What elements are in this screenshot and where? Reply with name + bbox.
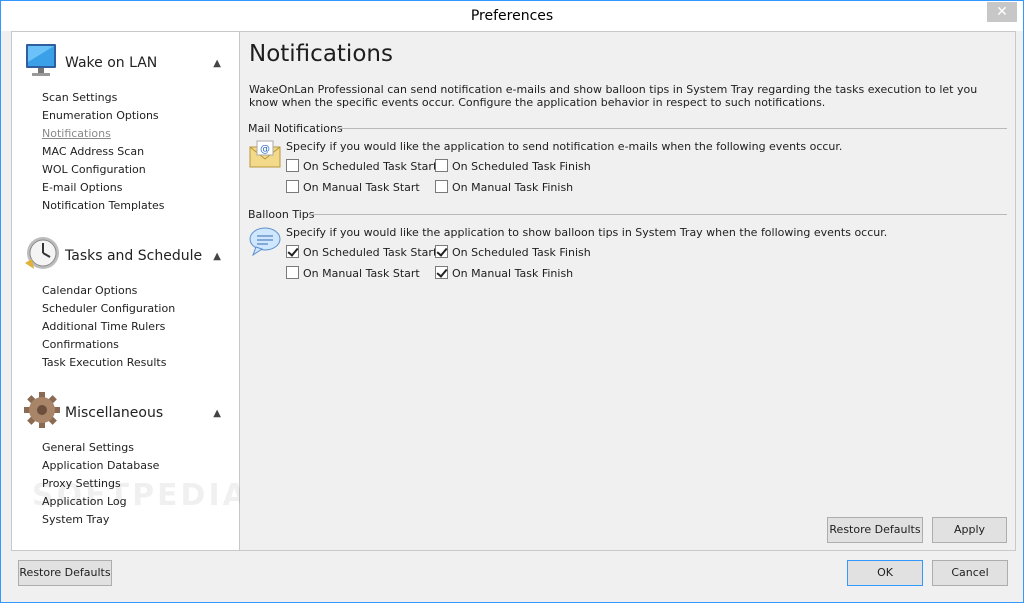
sidebar-item-enumeration-options[interactable]: Enumeration Options — [42, 107, 165, 125]
checkbox-label: On Scheduled Task Finish — [452, 160, 591, 173]
sidebar-item-calendar-options[interactable]: Calendar Options — [42, 282, 175, 300]
checkbox-label: On Manual Task Finish — [452, 181, 574, 194]
restore-defaults-page-button[interactable]: Restore Defaults — [827, 517, 923, 543]
mail-notifications-label: Mail Notifications — [248, 122, 343, 135]
mail-scheduled-start-checkbox[interactable]: On Scheduled Task Start — [286, 159, 437, 175]
cancel-button[interactable]: Cancel — [932, 560, 1008, 586]
sidebar-group-header[interactable]: Miscellaneous ▲ — [12, 388, 239, 432]
apply-button[interactable]: Apply — [932, 517, 1007, 543]
balloon-tips-description: Specify if you would like the applicatio… — [286, 226, 888, 239]
sidebar-item-mac-address-scan[interactable]: MAC Address Scan — [42, 143, 165, 161]
sidebar-item-task-execution-results[interactable]: Task Execution Results — [42, 354, 175, 372]
sidebar-item-wol-configuration[interactable]: WOL Configuration — [42, 161, 165, 179]
checkbox-label: On Scheduled Task Start — [303, 160, 438, 173]
sidebar-item-list: General Settings Application Database Pr… — [42, 439, 159, 529]
checkbox-box[interactable] — [286, 159, 299, 172]
monitor-icon — [26, 44, 56, 76]
checkbox-box[interactable] — [435, 245, 448, 258]
sidebar-group-miscellaneous: Miscellaneous ▲ General Settings Applica… — [12, 388, 239, 526]
sidebar-group-title: Miscellaneous — [65, 405, 164, 421]
mail-manual-finish-checkbox[interactable]: On Manual Task Finish — [435, 180, 573, 196]
balloon-scheduled-finish-checkbox[interactable]: On Scheduled Task Finish — [435, 245, 591, 261]
balloon-tip-icon — [249, 227, 281, 256]
sidebar-item-scan-settings[interactable]: Scan Settings — [42, 89, 165, 107]
chevron-up-icon[interactable]: ▲ — [213, 251, 221, 262]
window-title: Preferences — [470, 8, 554, 24]
svg-text:@: @ — [260, 144, 270, 155]
balloon-tips-label: Balloon Tips — [248, 208, 315, 221]
section-divider — [308, 214, 1007, 215]
chevron-up-icon[interactable]: ▲ — [213, 58, 221, 69]
page-description: WakeOnLan Professional can send notifica… — [249, 83, 978, 109]
section-divider — [334, 128, 1007, 129]
checkbox-label: On Scheduled Task Finish — [452, 246, 591, 259]
close-icon: ✕ — [996, 4, 1008, 20]
checkbox-box[interactable] — [286, 266, 299, 279]
sidebar: SOFTPEDIA Wake on LAN ▲ Scan Settings En… — [11, 31, 246, 551]
sidebar-item-application-log[interactable]: Application Log — [42, 493, 159, 511]
sidebar-item-scheduler-configuration[interactable]: Scheduler Configuration — [42, 300, 175, 318]
sidebar-item-list: Scan Settings Enumeration Options Notifi… — [42, 89, 165, 215]
checkbox-box[interactable] — [435, 266, 448, 279]
checkbox-label: On Manual Task Finish — [452, 267, 574, 280]
sidebar-item-notifications[interactable]: Notifications — [42, 125, 165, 143]
sidebar-item-email-options[interactable]: E-mail Options — [42, 179, 165, 197]
sidebar-group-header[interactable]: Wake on LAN ▲ — [12, 38, 239, 82]
checkbox-box[interactable] — [435, 180, 448, 193]
sidebar-group-header[interactable]: Tasks and Schedule ▲ — [12, 231, 239, 275]
page-title: Notifications — [249, 41, 393, 67]
checkbox-box[interactable] — [286, 245, 299, 258]
close-button[interactable]: ✕ — [987, 2, 1017, 22]
checkbox-box[interactable] — [435, 159, 448, 172]
sidebar-item-system-tray[interactable]: System Tray — [42, 511, 159, 529]
sidebar-item-proxy-settings[interactable]: Proxy Settings — [42, 475, 159, 493]
content-panel: Notifications WakeOnLan Professional can… — [240, 31, 1016, 551]
balloon-manual-start-checkbox[interactable]: On Manual Task Start — [286, 266, 420, 282]
mail-notifications-description: Specify if you would like the applicatio… — [286, 140, 843, 153]
mail-manual-start-checkbox[interactable]: On Manual Task Start — [286, 180, 420, 196]
sidebar-item-notification-templates[interactable]: Notification Templates — [42, 197, 165, 215]
sidebar-group-title: Wake on LAN — [65, 55, 158, 71]
checkbox-label: On Scheduled Task Start — [303, 246, 438, 259]
restore-defaults-button[interactable]: Restore Defaults — [18, 560, 112, 586]
sidebar-group-title: Tasks and Schedule — [65, 248, 203, 264]
sidebar-item-additional-time-rulers[interactable]: Additional Time Rulers — [42, 318, 175, 336]
chevron-up-icon[interactable]: ▲ — [213, 408, 221, 419]
sidebar-item-general-settings[interactable]: General Settings — [42, 439, 159, 457]
clock-icon — [25, 237, 59, 269]
ok-button[interactable]: OK — [847, 560, 923, 586]
preferences-window: Preferences ✕ SOFTPEDIA Wake on LAN ▲ Sc… — [0, 0, 1024, 603]
checkbox-label: On Manual Task Start — [303, 181, 420, 194]
gear-icon — [24, 392, 60, 428]
balloon-manual-finish-checkbox[interactable]: On Manual Task Finish — [435, 266, 573, 282]
sidebar-item-application-database[interactable]: Application Database — [42, 457, 159, 475]
checkbox-label: On Manual Task Start — [303, 267, 420, 280]
title-bar: Preferences ✕ — [1, 1, 1023, 31]
balloon-scheduled-start-checkbox[interactable]: On Scheduled Task Start — [286, 245, 437, 261]
checkbox-box[interactable] — [286, 180, 299, 193]
mail-icon: @ — [249, 140, 281, 168]
sidebar-group-wake-on-lan: Wake on LAN ▲ Scan Settings Enumeration … — [12, 38, 239, 212]
mail-scheduled-finish-checkbox[interactable]: On Scheduled Task Finish — [435, 159, 591, 175]
sidebar-group-tasks-and-schedule: Tasks and Schedule ▲ Calendar Options Sc… — [12, 231, 239, 369]
sidebar-item-list: Calendar Options Scheduler Configuration… — [42, 282, 175, 372]
sidebar-item-confirmations[interactable]: Confirmations — [42, 336, 175, 354]
